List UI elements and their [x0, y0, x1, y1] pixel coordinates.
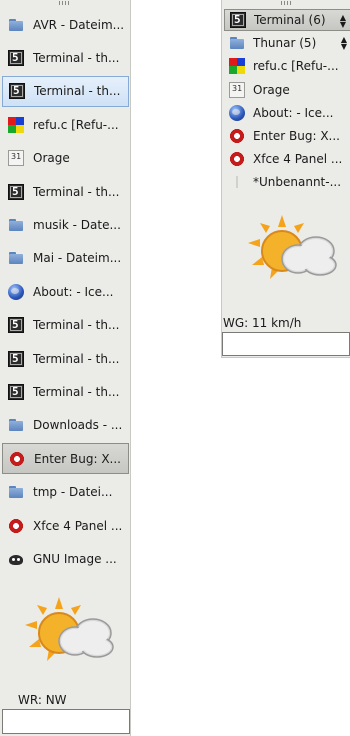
taskbar-button[interactable]: Xfce 4 Panel ... [224, 148, 350, 170]
folder-icon [8, 217, 24, 233]
taskbar-button-label: Mai - Dateim... [33, 251, 122, 266]
taskbar-button[interactable]: 5 Terminal - th... [2, 75, 129, 107]
taskbar-button-label: Terminal - th... [33, 184, 120, 199]
calendar-icon-date: 31 [11, 152, 22, 162]
right-panel-entry-field[interactable] [222, 332, 350, 356]
terminal-icon-glyph: 5 [12, 318, 19, 332]
taskbar-button[interactable]: Thunar (5) ▲ ▼ [224, 32, 350, 54]
terminal-icon: 5 [230, 12, 246, 28]
folder-icon [8, 484, 24, 500]
taskbar-button-label: refu.c [Refu-... [33, 117, 119, 132]
taskbar-button[interactable]: AVR - Dateim... [2, 9, 129, 40]
taskbar-button[interactable]: refu.c [Refu-... [2, 109, 129, 140]
taskbar-button-label: Terminal - th... [33, 50, 120, 65]
editor-icon [229, 58, 245, 75]
taskbar-button[interactable]: 5 Terminal (6) ▲ ▼ [224, 9, 350, 31]
group-expand-arrows-icon[interactable]: ▲ ▼ [341, 36, 347, 51]
taskbar-button-label: Xfce 4 Panel ... [253, 152, 343, 167]
taskbar-button[interactable]: refu.c [Refu-... [224, 55, 350, 77]
terminal-icon: 5 [8, 317, 24, 334]
wind-direction-label: WR: NW [18, 693, 67, 707]
group-expand-arrows-icon[interactable]: ▲ ▼ [340, 14, 346, 29]
terminal-icon-glyph: 5 [12, 384, 19, 398]
opera-icon [9, 450, 25, 467]
taskbar-button-label: Downloads - ... [33, 418, 123, 433]
taskbar-button[interactable]: 5 Terminal - th... [2, 42, 129, 73]
terminal-icon-glyph: 5 [12, 50, 19, 64]
gimp-icon [8, 551, 24, 567]
taskbar-button[interactable]: 5 Terminal - th... [2, 343, 129, 374]
taskbar-button[interactable]: GNU Image ... [2, 543, 129, 574]
globe-icon [229, 104, 245, 121]
note-icon [229, 174, 245, 190]
panel-grip-handle[interactable] [59, 1, 71, 5]
terminal-icon: 5 [9, 83, 25, 100]
folder-icon [229, 35, 245, 51]
folder-icon [8, 250, 24, 266]
calendar-icon: 31 [8, 150, 24, 167]
terminal-icon-glyph: 5 [234, 13, 241, 26]
taskbar-button-label: Thunar (5) [253, 36, 317, 51]
taskbar-button[interactable]: 5 Terminal - th... [2, 376, 129, 407]
taskbar-button[interactable]: musik - Date... [2, 209, 129, 240]
terminal-icon-glyph: 5 [13, 84, 20, 98]
taskbar-button[interactable]: Xfce 4 Panel ... [2, 510, 129, 541]
taskbar-button-label: Terminal - th... [33, 318, 120, 333]
terminal-icon: 5 [8, 383, 24, 400]
panel-grip-handle[interactable] [280, 1, 293, 5]
calendar-icon-date: 31 [232, 83, 243, 93]
editor-icon [8, 116, 24, 133]
taskbar-button-label: Terminal (6) [254, 13, 326, 27]
terminal-icon-glyph: 5 [12, 184, 19, 198]
taskbar-button[interactable]: 31 Orage [2, 143, 129, 174]
taskbar-button-label: musik - Date... [33, 217, 121, 232]
taskbar-button-label: AVR - Dateim... [33, 17, 125, 32]
taskbar-button-label: GNU Image ... [33, 551, 117, 566]
taskbar-button[interactable]: 31 Orage [224, 79, 350, 101]
terminal-icon-glyph: 5 [12, 351, 19, 365]
opera-icon [229, 128, 245, 144]
taskbar-button[interactable]: Enter Bug: X... [224, 125, 350, 147]
right-tasklist-panel: 5 Terminal (6) ▲ ▼ Thunar (5) ▲ ▼ refu.c [Refu-… [221, 0, 350, 358]
taskbar-button-label: tmp - Datei... [33, 485, 113, 500]
taskbar-button-label: Orage [253, 82, 290, 97]
taskbar-button-label: About: - Ice... [253, 105, 334, 120]
taskbar-button-label: Terminal - th... [33, 384, 120, 399]
weather-sun-cloud-icon [248, 215, 337, 279]
left-panel-entry-field[interactable] [2, 709, 130, 734]
taskbar-button[interactable]: 5 Terminal - th... [2, 310, 129, 341]
taskbar-button[interactable]: *Unbenannt-... [224, 171, 350, 193]
taskbar-button[interactable]: tmp - Datei... [2, 477, 129, 508]
taskbar-button[interactable]: About: - Ice... [2, 276, 129, 307]
taskbar-button-label: Xfce 4 Panel ... [33, 518, 123, 533]
taskbar-button-label: Enter Bug: X... [253, 129, 340, 143]
wind-speed-label: WG: 11 km/h [223, 316, 302, 330]
taskbar-button-label: Terminal - th... [33, 351, 120, 366]
taskbar-button[interactable]: Enter Bug: X... [2, 443, 129, 475]
folder-icon [8, 17, 24, 33]
opera-icon [8, 517, 24, 534]
opera-icon [229, 151, 245, 168]
terminal-icon: 5 [8, 49, 24, 66]
taskbar-button[interactable]: Mai - Dateim... [2, 243, 129, 274]
calendar-icon: 31 [229, 81, 245, 98]
taskbar-button[interactable]: Downloads - ... [2, 410, 129, 441]
taskbar-button-label: About: - Ice... [33, 284, 114, 299]
taskbar-button-label: *Unbenannt-... [253, 175, 342, 190]
folder-icon [8, 417, 24, 433]
taskbar-button-label: Orage [33, 151, 70, 166]
taskbar-button-label: Terminal - th... [34, 84, 121, 99]
terminal-icon: 5 [8, 183, 24, 200]
terminal-icon: 5 [8, 350, 24, 367]
globe-icon [8, 283, 24, 300]
taskbar-button[interactable]: 5 Terminal - th... [2, 176, 129, 207]
taskbar-button[interactable]: About: - Ice... [224, 102, 350, 124]
taskbar-button-label: refu.c [Refu-... [253, 59, 339, 74]
weather-sun-cloud-icon [25, 597, 114, 661]
taskbar-button-label: Enter Bug: X... [34, 451, 121, 466]
left-tasklist-panel: AVR - Dateim... 5 Terminal - th... 5 Termina… [0, 0, 131, 736]
